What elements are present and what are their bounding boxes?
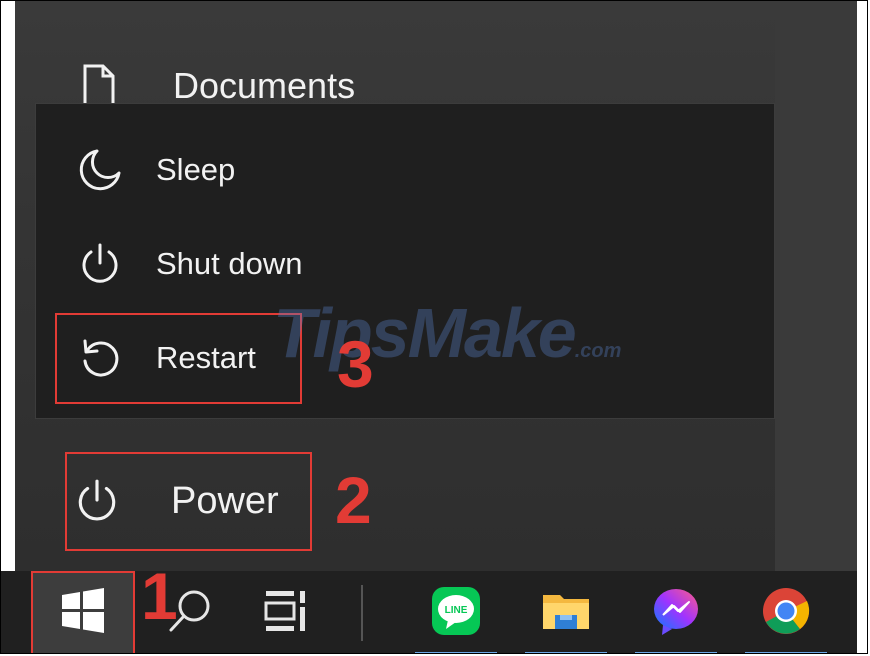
screenshot-frame: Documents Sleep Shut down Restart TipsMa…: [0, 0, 868, 654]
line-icon-text: LINE: [445, 605, 468, 616]
running-indicator: [635, 652, 717, 653]
line-app-button[interactable]: LINE: [415, 571, 497, 653]
running-indicator: [525, 652, 607, 653]
running-indicator: [745, 652, 827, 653]
right-background: [775, 1, 867, 571]
taskbar-divider: [361, 585, 363, 641]
chrome-icon: [760, 585, 812, 642]
power-highlight-box: [65, 452, 312, 551]
task-view-icon: [262, 587, 310, 640]
sleep-label: Sleep: [156, 152, 236, 187]
restart-highlight-box: [55, 313, 302, 404]
folder-icon: [540, 585, 592, 642]
step-1-label: 1: [141, 559, 178, 633]
moon-icon: [70, 140, 130, 200]
shut-down-menu-item[interactable]: Shut down: [70, 234, 303, 294]
messenger-icon: [650, 585, 702, 642]
documents-label: Documents: [173, 65, 356, 106]
power-icon: [70, 234, 130, 294]
line-app-icon: LINE: [430, 585, 482, 642]
task-view-button[interactable]: [249, 571, 323, 653]
messenger-button[interactable]: [635, 571, 717, 653]
running-indicator: [415, 652, 497, 653]
sleep-menu-item[interactable]: Sleep: [70, 140, 235, 200]
left-edge: [1, 1, 15, 571]
file-explorer-button[interactable]: [525, 571, 607, 653]
shut-down-label: Shut down: [156, 246, 303, 281]
chrome-button[interactable]: [745, 571, 827, 653]
step-2-label: 2: [335, 463, 372, 537]
right-edge: [857, 1, 867, 653]
start-highlight-box: [31, 571, 135, 653]
step-3-label: 3: [337, 327, 374, 401]
